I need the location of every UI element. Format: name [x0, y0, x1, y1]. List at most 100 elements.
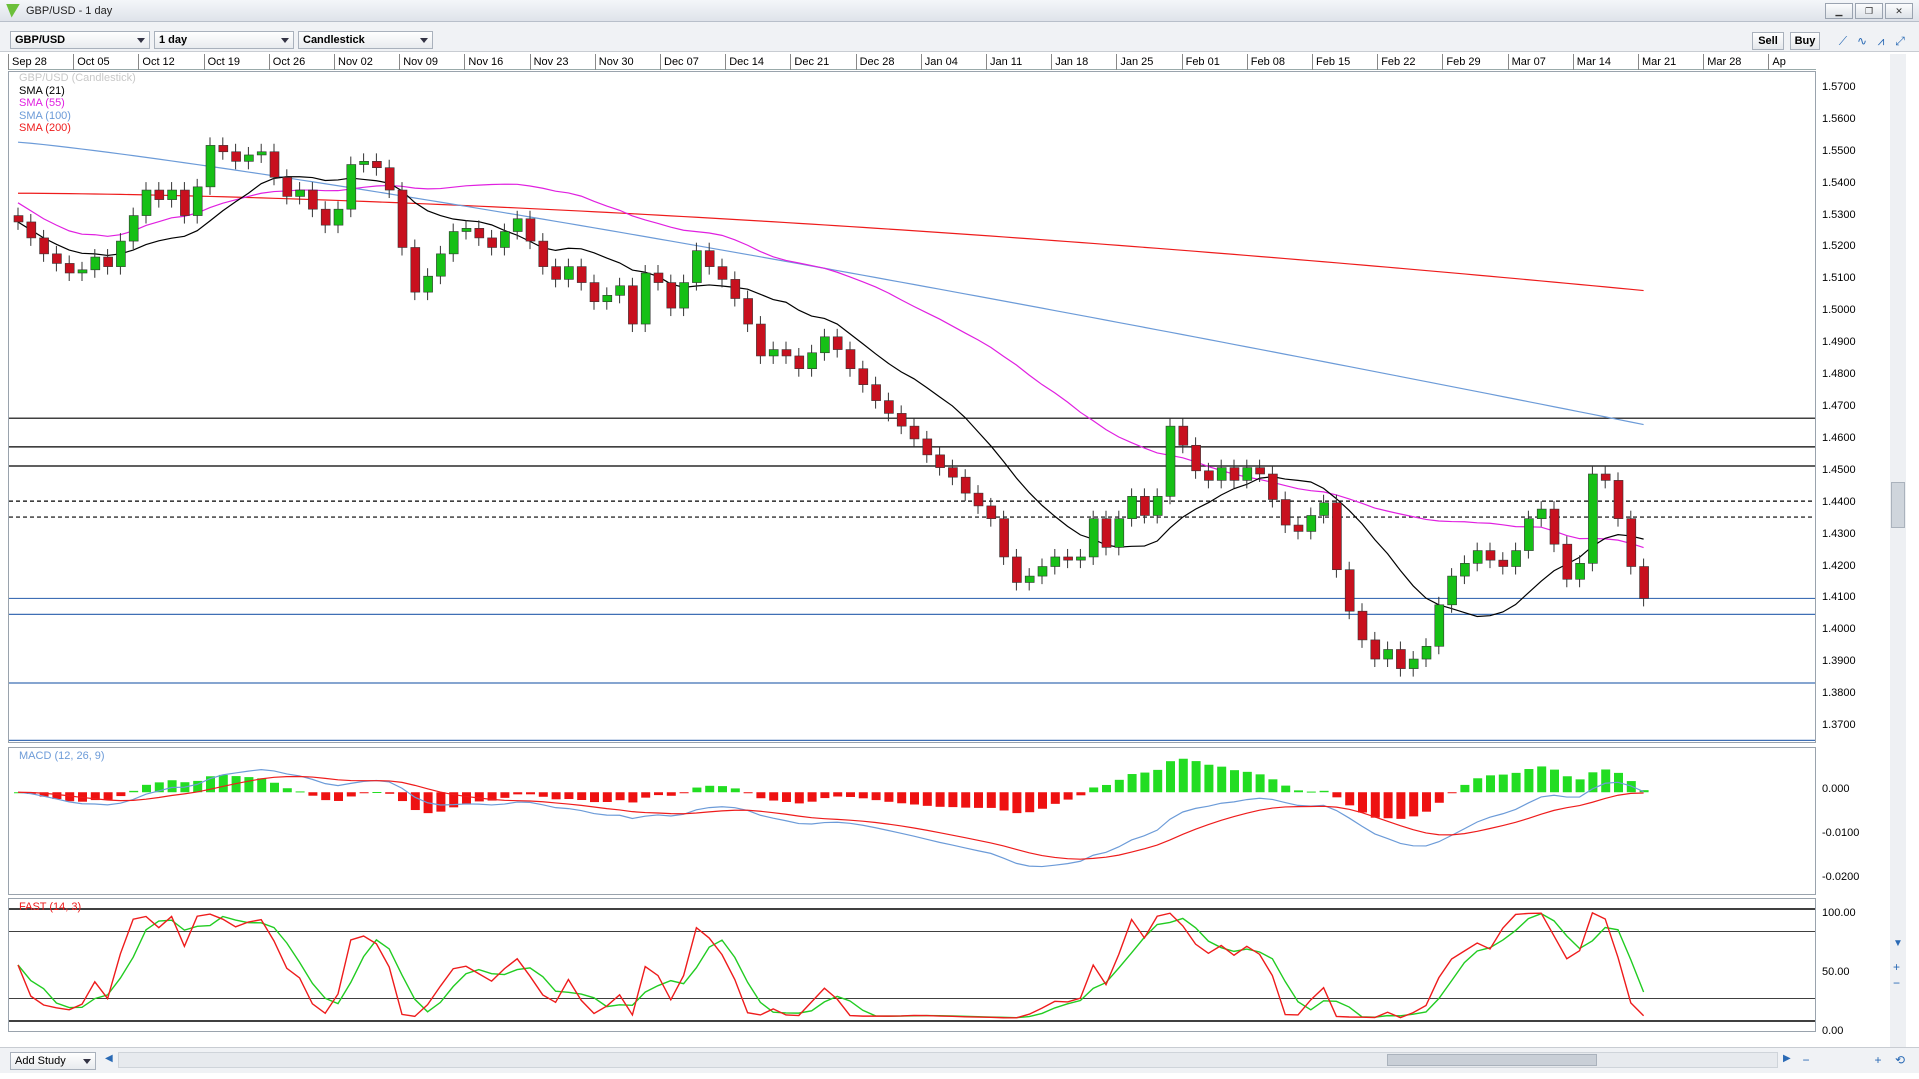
fast-stochastic-pane[interactable]: FAST (14, 3)	[8, 898, 1816, 1032]
bullish-candle	[640, 272, 651, 325]
macd-histogram-positive	[1089, 787, 1099, 793]
instrument-select[interactable]: GBP/USD	[10, 31, 150, 49]
zoom-out-time-icon[interactable]: −	[1798, 1052, 1814, 1068]
fast-stochastic-chart	[9, 908, 1815, 1022]
zoom-out-icon[interactable]: −	[1893, 976, 1900, 990]
macd-histogram-negative	[846, 792, 855, 797]
macd-histogram-negative	[1063, 792, 1073, 800]
bearish-candle	[845, 349, 856, 370]
price-axis-label: 1.3700	[1822, 719, 1856, 732]
chevron-down-icon	[281, 38, 289, 43]
macd-histogram-positive	[282, 788, 292, 793]
add-study-button[interactable]: Add Study	[10, 1052, 96, 1070]
date-label: Feb 22	[1377, 54, 1415, 70]
price-axis-label: 1.4000	[1822, 623, 1856, 636]
bearish-candle	[948, 467, 958, 478]
window-titlebar: GBP/USD - 1 day ▁ ❐ ✕	[0, 0, 1919, 22]
macd-histogram-positive	[1511, 772, 1521, 793]
macd-histogram-negative	[897, 792, 907, 804]
macd-histogram-positive	[1217, 766, 1227, 793]
scroll-right-icon[interactable]: ▶	[1783, 1053, 1791, 1064]
bullish-candle	[615, 285, 625, 296]
macd-axis-label: -0.0100	[1822, 827, 1860, 839]
scroll-down-icon[interactable]: ▼	[1893, 938, 1903, 949]
close-button[interactable]: ✕	[1885, 3, 1913, 19]
bearish-candle	[1012, 556, 1022, 583]
macd-histogram-negative	[474, 792, 484, 802]
macd-histogram-negative	[526, 792, 535, 795]
bearish-candle	[922, 438, 933, 456]
expand-icon[interactable]: ⤢	[1892, 33, 1908, 49]
macd-histogram-negative	[1396, 792, 1406, 819]
vertical-scrollbar[interactable]: ▼ + −	[1890, 54, 1906, 1054]
buy-button[interactable]: Buy	[1790, 32, 1820, 50]
bearish-candle	[576, 266, 587, 283]
macd-histogram-positive	[1537, 766, 1547, 793]
date-label: Nov 09	[399, 54, 438, 70]
bearish-candle	[525, 218, 536, 242]
date-label: Oct 26	[268, 54, 305, 70]
zoom-in-time-icon[interactable]: +	[1870, 1052, 1886, 1068]
sma100-line	[17, 141, 1644, 426]
bearish-candle	[180, 189, 190, 216]
bearish-candle	[1562, 543, 1573, 580]
macd-histogram-negative	[974, 792, 983, 808]
macd-histogram-positive	[692, 787, 702, 793]
bullish-candle	[1306, 515, 1317, 532]
bearish-candle	[743, 298, 753, 325]
macd-histogram-negative	[1434, 792, 1444, 803]
price-axis-label: 1.5700	[1822, 80, 1856, 93]
macd-pane[interactable]: MACD (12, 26, 9)	[8, 747, 1816, 895]
bullish-candle	[1319, 502, 1329, 516]
indicator-icon[interactable]: ⩘	[1873, 33, 1889, 49]
bearish-candle	[1280, 499, 1291, 526]
zoom-in-icon[interactable]: +	[1893, 960, 1900, 974]
scroll-thumb[interactable]	[1891, 482, 1905, 528]
reset-view-icon[interactable]: ⟲	[1892, 1052, 1908, 1068]
bearish-candle	[218, 145, 229, 153]
macd-histogram-negative	[346, 792, 356, 797]
bullish-candle	[1037, 566, 1048, 577]
bullish-candle	[1165, 425, 1176, 497]
macd-histogram-positive	[1230, 770, 1239, 793]
macd-histogram-positive	[372, 792, 382, 794]
bullish-candle	[1076, 556, 1086, 561]
restore-button[interactable]: ❐	[1855, 3, 1883, 19]
date-label: Oct 05	[73, 54, 110, 70]
price-axis-label: 1.5300	[1822, 208, 1856, 221]
timeframe-select[interactable]: 1 day	[154, 31, 294, 49]
chart-style-select[interactable]: Candlestick	[298, 31, 433, 49]
sell-button[interactable]: Sell	[1752, 32, 1784, 50]
bearish-candle	[794, 355, 805, 370]
bearish-candle	[13, 215, 24, 223]
macd-histogram-negative	[679, 792, 689, 794]
bearish-candle	[1191, 444, 1201, 472]
bearish-candle	[717, 266, 728, 280]
bearish-candle	[538, 240, 549, 267]
macd-histogram-positive	[1319, 790, 1329, 793]
bullish-candle	[564, 266, 574, 280]
date-label: Mar 21	[1638, 54, 1676, 70]
macd-histogram-negative	[1332, 792, 1342, 798]
date-label: Feb 08	[1246, 54, 1285, 70]
bearish-candle	[282, 176, 293, 197]
draw-trend-icon[interactable]: ∿	[1854, 33, 1870, 49]
bearish-candle	[384, 167, 395, 191]
bearish-candle	[26, 221, 37, 239]
price-axis-label: 1.5200	[1822, 240, 1856, 253]
macd-histogram-positive	[142, 784, 151, 793]
legend-sma55: SMA (55)	[19, 97, 65, 109]
minimize-button[interactable]: ▁	[1825, 3, 1853, 19]
horizontal-scroll-thumb[interactable]	[1387, 1054, 1597, 1066]
macd-histogram-negative	[577, 792, 587, 801]
date-label: Dec 07	[660, 54, 699, 70]
scroll-left-icon[interactable]: ◀	[105, 1053, 113, 1064]
bearish-candle	[1140, 496, 1150, 516]
macd-histogram-negative	[935, 792, 945, 807]
date-label: Oct 12	[138, 54, 175, 70]
draw-line-icon[interactable]: ⟋	[1835, 33, 1851, 49]
horizontal-scrollbar[interactable]: ◀ ▶	[105, 1052, 1791, 1068]
date-label: Feb 01	[1181, 54, 1220, 70]
price-pane[interactable]: GBP/USD (Candlestick) SMA (21) SMA (55) …	[8, 71, 1816, 743]
macd-histogram-positive	[718, 786, 727, 793]
